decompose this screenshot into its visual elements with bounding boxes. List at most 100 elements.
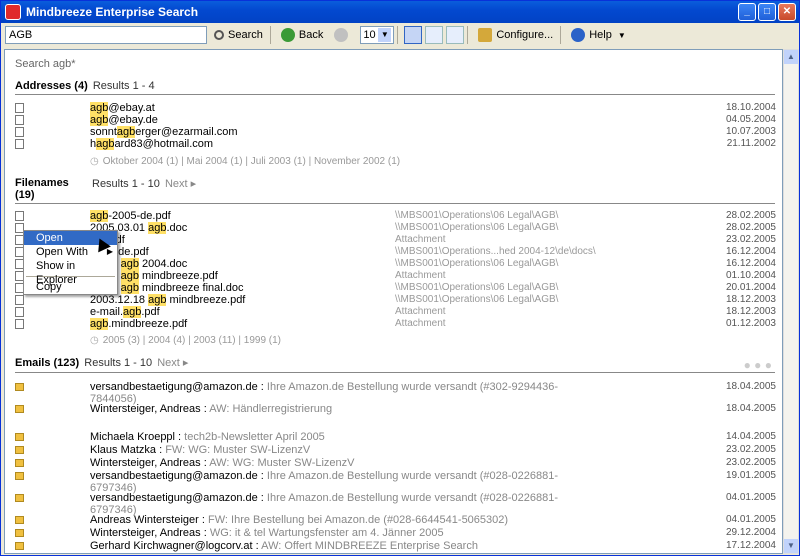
addresses-facets-text: Oktober 2004 (1) | Mai 2004 (1) | Juli 2…: [102, 156, 401, 167]
email-date: 18.04.2005: [725, 381, 776, 392]
minimize-button[interactable]: _: [738, 3, 756, 21]
toolbar-separator: [467, 26, 469, 44]
emails-next-link[interactable]: Next ▸: [157, 357, 188, 369]
email-row[interactable]: Andreas Wintersteiger : FW: Ihre Bestell…: [5, 514, 782, 526]
address-text: sonntagberger@ezarmail.com: [90, 126, 238, 138]
context-menu-copy[interactable]: Copy: [24, 280, 117, 294]
filenames-results: Results 1 - 10: [92, 178, 160, 190]
help-button-label: Help: [589, 29, 612, 41]
email-date: 23.02.2005: [725, 457, 776, 468]
addresses-results: Results 1 - 4: [92, 80, 155, 92]
email-row[interactable]: versandbestaetigung@amazon.de : Ihre Ama…: [5, 381, 782, 405]
email-row[interactable]: versandbestaetigung@amazon.de : Ihre Ama…: [5, 470, 782, 494]
close-button[interactable]: ✕: [778, 3, 796, 21]
file-row[interactable]: agb.mindbreeze.pdf Attachment 01.12.2003: [5, 318, 782, 330]
file-row[interactable]: 2003.12.18 agb mindbreeze.pdf \\MBS001\Op…: [5, 294, 782, 306]
file-date: 01.12.2003: [725, 318, 776, 329]
address-rest: erger@ezarmail.com: [135, 126, 238, 138]
view-mode-3-button[interactable]: [446, 26, 465, 44]
email-subject: AW: WG: Muster SW-LizenzV: [209, 457, 355, 469]
email-sender: Klaus Matzka: [90, 444, 157, 456]
search-highlight: agb: [120, 258, 139, 270]
address-row[interactable]: sonntagberger@ezarmail.com 10.07.2003: [5, 126, 782, 138]
email-row[interactable]: Wintersteiger, Andreas : WG: it & tel Wa…: [5, 527, 782, 539]
file-row[interactable]: 01.20 agb mindbreeze.pdfAttachment01.10.…: [5, 270, 782, 282]
email-row[interactable]: Gerhard Kirchwagner@logcorv.at : AW: Off…: [5, 540, 782, 552]
address-date: 04.05.2004: [725, 114, 776, 125]
search-input[interactable]: [5, 26, 207, 44]
address-row[interactable]: agb@ebay.de 04.05.2004: [5, 114, 782, 126]
email-row[interactable]: Klaus Matzka : FW: WG: Muster SW-LizenzV…: [5, 444, 782, 456]
file-name: 2003.12.18 agb mindbreeze.pdf: [90, 294, 245, 306]
file-path: \\MBS001\Operations\06 Legal\AGB\: [395, 258, 559, 269]
file-name-rest: mindbreeze.pdf: [138, 270, 218, 282]
view-mode-2-button[interactable]: [425, 26, 444, 44]
contact-card-icon: [15, 115, 24, 125]
file-row[interactable]: 12.18 agb mindbreeze final.doc\\MBS001\O…: [5, 282, 782, 294]
search-button[interactable]: Search: [210, 25, 267, 45]
email-sender: Michaela Kroeppl: [90, 431, 175, 443]
scroll-up-icon[interactable]: ▲: [784, 50, 798, 64]
file-path: Attachment: [395, 234, 446, 245]
file-row[interactable]: .wk.pdfAttachment23.02.2005: [5, 234, 782, 246]
email-date: 14.04.2005: [725, 431, 776, 442]
email-row[interactable]: versandbestaetigung@amazon.de : Ihre Ama…: [5, 492, 782, 516]
file-path: Attachment: [395, 306, 446, 317]
address-date: 18.10.2004: [725, 102, 776, 113]
forward-button[interactable]: [330, 25, 356, 45]
clock-icon: ◷: [90, 156, 99, 167]
filenames-title: Filenames: [15, 177, 69, 189]
view-mode-1-button[interactable]: [404, 26, 423, 44]
email-subject: AW: Offert MINDBREEZE Enterprise Search: [261, 540, 478, 552]
configure-button-label: Configure...: [496, 29, 554, 41]
file-path: \\MBS001\Operations\06 Legal\AGB\: [395, 210, 559, 221]
search-highlight: agb: [90, 210, 109, 222]
file-path: \\MBS001\Operations\06 Legal\AGB\: [395, 294, 559, 305]
envelope-icon: [15, 529, 24, 537]
scroll-down-icon[interactable]: ▼: [784, 539, 798, 553]
email-row[interactable]: Michaela Kroeppl : tech2b-Newsletter Apr…: [5, 431, 782, 443]
filenames-facets[interactable]: ◷ 2005 (3) | 2004 (4) | 2003 (11) | 1999 …: [90, 335, 281, 346]
file-row[interactable]: agb-2005-de.pdf \\MBS001\Operations\06 Le…: [5, 210, 782, 222]
vertical-scrollbar[interactable]: ▲ ▼: [783, 49, 799, 554]
section-divider: [15, 94, 775, 95]
file-name: e-mail.agb.pdf: [90, 306, 160, 318]
file-date: 20.01.2004: [725, 282, 776, 293]
email-date: 18.04.2005: [725, 403, 776, 414]
help-button[interactable]: Help ▼: [567, 25, 630, 45]
email-text: Wintersteiger, Andreas : AW: WG: Muster …: [90, 457, 355, 469]
email-sender: versandbestaetigung@amazon.de: [90, 470, 258, 482]
file-name-rest: .pdf: [141, 306, 160, 318]
email-sender: versandbestaetigung@amazon.de: [90, 492, 258, 504]
context-menu-show-in-explorer[interactable]: Show in Explorer: [24, 259, 117, 286]
configure-button[interactable]: Configure...: [474, 25, 557, 45]
emails-next-label: Next: [157, 357, 180, 369]
file-row[interactable]: 12.16 agb 2004.doc\\MBS001\Operations\06…: [5, 258, 782, 270]
file-row[interactable]: 2005.03.01 agb.doc \\MBS001\Operations\06…: [5, 222, 782, 234]
search-icon: [214, 30, 224, 40]
envelope-icon: [15, 459, 24, 467]
search-highlight: agb: [90, 318, 109, 330]
pagination-dots: ● ● ●: [743, 358, 772, 372]
results-count-value: 10: [363, 29, 376, 41]
maximize-button[interactable]: □: [758, 3, 776, 21]
file-row[interactable]: e-mail.agb.pdf Attachment 18.12.2003: [5, 306, 782, 318]
envelope-icon: [15, 405, 24, 413]
filenames-count: (19): [15, 189, 35, 201]
context-menu-open-with-label: Open With: [36, 246, 88, 258]
email-sender: Wintersteiger, Andreas: [90, 403, 201, 415]
email-date: 04.01.2005: [725, 492, 776, 503]
address-row[interactable]: hagbard83@hotmail.com 21.11.2002: [5, 138, 782, 150]
file-date: 28.02.2005: [725, 222, 776, 233]
email-text: Andreas Wintersteiger : FW: Ihre Bestell…: [90, 514, 509, 526]
section-divider: [15, 203, 775, 204]
email-row[interactable]: Wintersteiger, Andreas : AW: Händlerregi…: [5, 403, 782, 415]
email-subject: FW: Ihre Bestellung bei Amazon.de (#028-…: [208, 514, 509, 526]
addresses-facets[interactable]: ◷ Oktober 2004 (1) | Mai 2004 (1) | Juli …: [90, 156, 400, 167]
address-row[interactable]: agb@ebay.at 18.10.2004: [5, 102, 782, 114]
results-count-select[interactable]: 10 ▼: [360, 26, 395, 44]
email-row[interactable]: Wintersteiger, Andreas : AW: WG: Muster …: [5, 457, 782, 469]
file-row[interactable]: 2004-de.pdf \\MBS001\Operations...hed 200…: [5, 246, 782, 258]
back-button[interactable]: Back: [277, 25, 327, 45]
filenames-next-link[interactable]: Next ▸: [165, 178, 196, 190]
